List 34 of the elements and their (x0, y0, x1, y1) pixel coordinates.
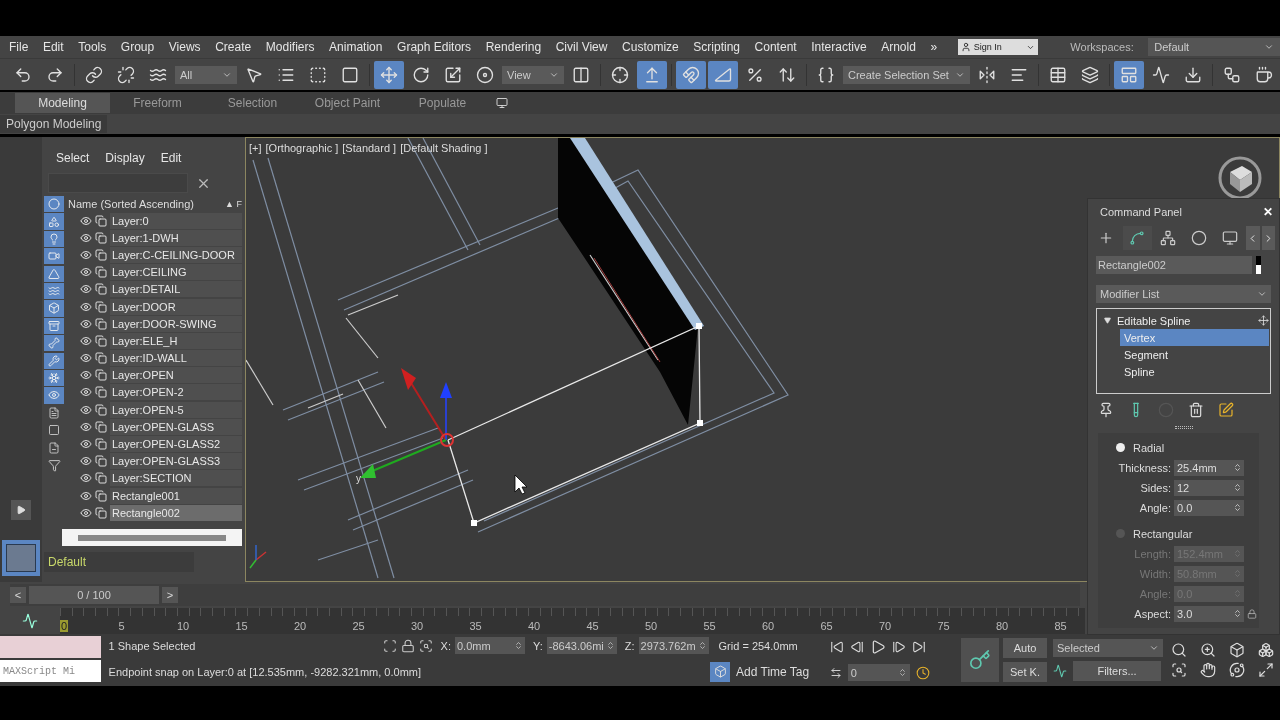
tick-label: 0 (60, 620, 69, 632)
tick-label: 65 (820, 620, 833, 632)
tick-label: 85 (1054, 620, 1067, 632)
field-label: Thickness: (1118, 461, 1171, 474)
tick-label: 20 (294, 620, 307, 632)
prompt-text: Endpoint snap on Layer:0 at [12.535mm, -9282.321mm, 0.0mm] (108, 665, 422, 678)
field-label: Angle: (1139, 501, 1171, 514)
tick-label: 50 (645, 620, 658, 632)
workspaces-label: Workspaces: (1070, 41, 1134, 53)
tick-label: 30 (411, 620, 424, 632)
field-label: Width: (1139, 567, 1171, 580)
field-label: Aspect: (1134, 607, 1171, 620)
field-label: Sides: (1140, 481, 1171, 494)
coordinate-label: Z: (624, 639, 635, 652)
tick-label: 55 (703, 620, 716, 632)
tick-label: 15 (235, 620, 248, 632)
coordinate-label: Y: (533, 639, 543, 652)
tick-label: 60 (762, 620, 775, 632)
selection-status: 1 Shape Selected (108, 639, 197, 652)
coordinate-label: X: (440, 639, 451, 652)
tick-label: 70 (879, 620, 892, 632)
grid-size: Grid = 254.0mm (718, 639, 798, 652)
tick-label: 5 (118, 620, 125, 632)
tick-label: 40 (528, 620, 541, 632)
tick-label: 25 (352, 620, 365, 632)
tick-label: 35 (469, 620, 482, 632)
axis-label: y (356, 473, 361, 484)
panel-title: Command Panel (1100, 206, 1182, 218)
tick-label: 45 (586, 620, 599, 632)
field-label: Length: (1134, 547, 1171, 560)
tick-label: 75 (937, 620, 950, 632)
tick-label: 10 (177, 620, 190, 632)
field-label: Angle: (1139, 587, 1171, 600)
tick-label: 80 (996, 620, 1009, 632)
